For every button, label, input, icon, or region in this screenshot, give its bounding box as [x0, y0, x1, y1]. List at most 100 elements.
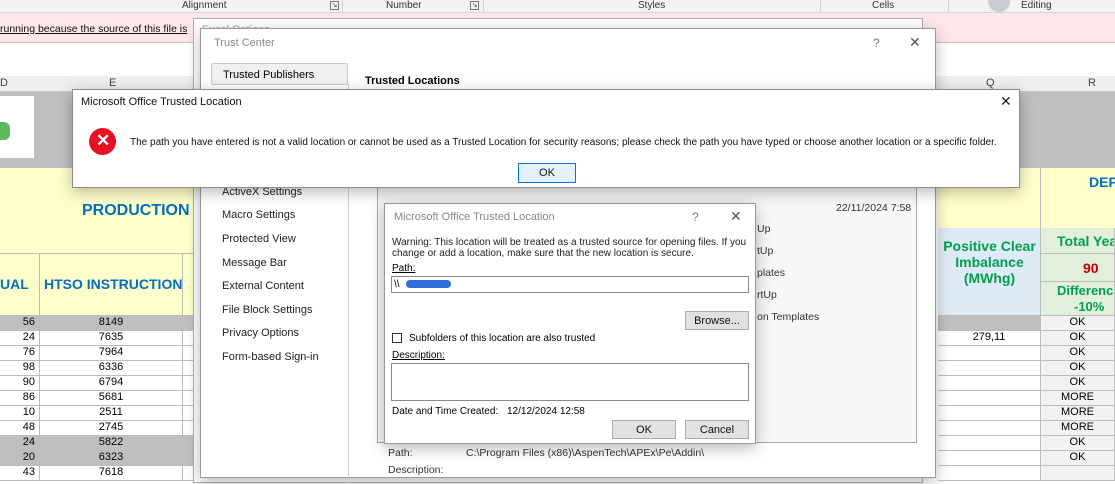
htso-cell[interactable]: 7964 — [40, 346, 183, 361]
ribbon-separator — [948, 0, 949, 12]
imbalance-cell[interactable] — [938, 451, 1041, 466]
cancel-button[interactable]: Cancel — [685, 420, 749, 439]
total-year-cell[interactable]: Total Yea — [1041, 228, 1115, 254]
status-cell[interactable]: MORE — [1041, 421, 1115, 436]
close-icon[interactable]: ✕ — [730, 208, 742, 225]
nav-item-protected-view[interactable]: Protected View — [222, 233, 296, 245]
htso-cell[interactable]: 6794 — [40, 376, 183, 391]
imbalance-cell[interactable] — [938, 391, 1041, 406]
bottom-path-value: C:\Program Files (x86)\AspenTech\APEx\Pe… — [466, 447, 705, 459]
error-x-icon: ✕ — [96, 131, 111, 150]
imbalance-cell[interactable] — [938, 406, 1041, 421]
help-icon[interactable]: ? — [692, 210, 699, 224]
close-icon[interactable]: ✕ — [909, 34, 921, 51]
status-cell[interactable]: OK — [1041, 346, 1115, 361]
imbalance-cell[interactable] — [938, 421, 1041, 436]
imbalance-cell[interactable] — [938, 436, 1041, 451]
ual-cell[interactable]: 43 — [0, 466, 40, 481]
alignment-launcher-icon[interactable]: ↘ — [330, 1, 339, 10]
help-icon[interactable]: ? — [873, 36, 880, 50]
positive-clear-header-cell[interactable]: Positive Clear Imbalance (MWhg) — [938, 228, 1041, 316]
total-year-value-cell[interactable]: 90 — [1041, 254, 1115, 282]
ual-cell[interactable]: 24 — [0, 331, 40, 346]
nav-item-form-based-sign-in[interactable]: Form-based Sign-in — [222, 351, 319, 363]
bottom-path-label: Path: — [388, 447, 413, 459]
redacted-path-scribble — [406, 280, 451, 288]
status-cell[interactable]: OK — [1041, 361, 1115, 376]
ual-cell[interactable]: 98 — [0, 361, 40, 376]
column-header-e[interactable]: E — [109, 77, 116, 89]
subfolders-checkbox[interactable] — [392, 333, 402, 343]
list-item-fragment: tUp — [757, 245, 774, 257]
column-header-d[interactable]: D — [0, 77, 8, 89]
status-cell[interactable] — [1041, 466, 1115, 481]
htso-cell[interactable]: 5822 — [40, 436, 183, 451]
nav-item-trusted-publishers[interactable]: Trusted Publishers — [211, 63, 348, 85]
ual-cell[interactable]: 90 — [0, 376, 40, 391]
total-year-value: 90 — [1083, 260, 1099, 276]
ual-cell[interactable]: 48 — [0, 421, 40, 436]
status-cell[interactable]: OK — [1041, 376, 1115, 391]
dep-header-cell[interactable]: DEP — [1041, 168, 1115, 228]
status-cell[interactable]: OK — [1041, 451, 1115, 466]
htso-cell[interactable]: 7635 — [40, 331, 183, 346]
path-input[interactable]: \\ — [391, 276, 749, 293]
ual-cell[interactable]: 76 — [0, 346, 40, 361]
list-item-fragment: Up — [757, 223, 771, 235]
ual-label: UAL — [0, 276, 29, 292]
ribbon-group-editing: Editing — [1021, 0, 1052, 11]
editing-circle-icon[interactable] — [988, 0, 1010, 12]
dep-label: DEP — [1089, 174, 1115, 190]
imbalance-cell[interactable]: 279,11 — [938, 331, 1041, 346]
ribbon-group-number: Number — [386, 0, 422, 11]
ribbon-separator — [820, 0, 821, 12]
imbalance-cell[interactable] — [938, 466, 1041, 481]
imbalance-cell[interactable] — [938, 346, 1041, 361]
htso-cell[interactable]: 6336 — [40, 361, 183, 376]
nav-item-file-block-settings[interactable]: File Block Settings — [222, 304, 312, 316]
htso-header-cell[interactable]: HTSO INSTRUCTION — [40, 254, 183, 316]
imbalance-cell[interactable] — [938, 316, 1041, 331]
imbalance-cell[interactable] — [938, 361, 1041, 376]
htso-label: HTSO INSTRUCTION — [44, 276, 183, 292]
ual-cell[interactable]: 20 — [0, 451, 40, 466]
column-header-r[interactable]: R — [1088, 77, 1096, 89]
nav-item-macro-settings[interactable]: Macro Settings — [222, 209, 295, 221]
nav-item-label: Trusted Publishers — [223, 69, 315, 81]
ual-header-cell[interactable]: UAL — [0, 254, 40, 316]
close-icon[interactable]: ✕ — [1000, 93, 1012, 110]
nav-item-message-bar[interactable]: Message Bar — [222, 257, 287, 269]
browse-button[interactable]: Browse... — [685, 311, 749, 330]
ual-cell[interactable]: 56 — [0, 316, 40, 331]
ok-button[interactable]: OK — [612, 420, 676, 439]
column-header-q[interactable]: Q — [986, 77, 995, 89]
dialog-title: Microsoft Office Trusted Location — [394, 211, 555, 223]
difference-cell[interactable]: Differenc -10% — [1041, 282, 1115, 316]
message-bar-text[interactable]: running because the source of this file … — [0, 23, 187, 35]
htso-cell[interactable]: 7618 — [40, 466, 183, 481]
nav-item-privacy-options[interactable]: Privacy Options — [222, 327, 299, 339]
htso-cell[interactable]: 5681 — [40, 391, 183, 406]
description-input[interactable] — [391, 363, 749, 401]
status-cell[interactable]: OK — [1041, 436, 1115, 451]
logo-box — [0, 96, 34, 158]
status-cell[interactable]: OK — [1041, 316, 1115, 331]
ual-cell[interactable]: 24 — [0, 436, 40, 451]
nav-item-external-content[interactable]: External Content — [222, 280, 304, 292]
htso-cell[interactable]: 8149 — [40, 316, 183, 331]
ribbon-group-alignment: Alignment — [182, 0, 227, 11]
ual-cell[interactable]: 86 — [0, 391, 40, 406]
list-item-fragment: rtUp — [757, 289, 777, 301]
total-year-label: Total Yea — [1057, 233, 1115, 249]
status-cell[interactable]: MORE — [1041, 406, 1115, 421]
status-cell[interactable]: OK — [1041, 331, 1115, 346]
imbalance-cell[interactable] — [938, 376, 1041, 391]
ok-button[interactable]: OK — [518, 163, 576, 183]
number-launcher-icon[interactable]: ↘ — [470, 1, 479, 10]
htso-cell[interactable]: 2511 — [40, 406, 183, 421]
htso-cell[interactable]: 2745 — [40, 421, 183, 436]
htso-cell[interactable]: 6323 — [40, 451, 183, 466]
ual-cell[interactable]: 10 — [0, 406, 40, 421]
status-cell[interactable]: MORE — [1041, 391, 1115, 406]
subfolders-label[interactable]: Subfolders of this location are also tru… — [409, 333, 595, 344]
